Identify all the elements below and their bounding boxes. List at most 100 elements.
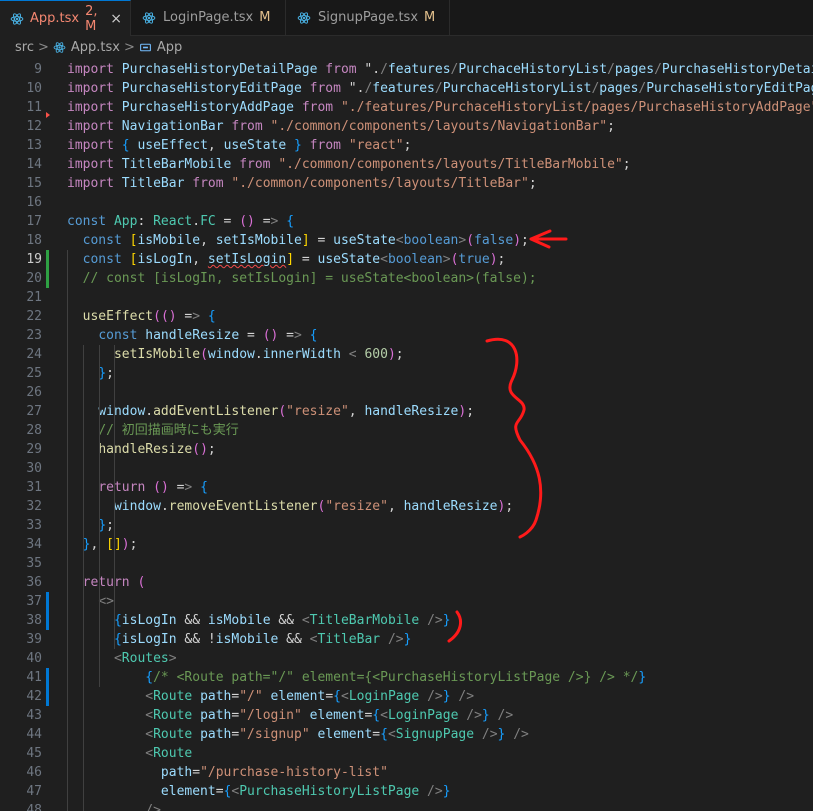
code-line[interactable]: 39 {isLogIn && !isMobile && <TitleBar />… (0, 630, 813, 649)
code-line[interactable]: 27 window.addEventListener("resize", han… (0, 402, 813, 421)
line-code: import PurchaseHistoryAddPage from "./fe… (67, 100, 813, 115)
code-line[interactable]: 18 const [isMobile, setIsMobile] = useSt… (0, 231, 813, 250)
code-editor[interactable]: 9 import PurchaseHistoryDetailPage from "… (0, 58, 813, 811)
react-icon (141, 10, 157, 26)
modified-line-marker[interactable] (46, 668, 49, 706)
code-line[interactable]: 17 const App: React.FC = () => { (0, 212, 813, 231)
line-number: 13 (26, 138, 42, 153)
line-number: 46 (26, 765, 42, 780)
line-number: 26 (26, 385, 42, 400)
tab-signuppage-tsx[interactable]: SignupPage.tsx M (286, 0, 450, 35)
line-code: import TitleBar from "./common/component… (67, 176, 537, 191)
indent-guide (67, 250, 68, 811)
tab-app-tsx[interactable]: App.tsx 2, M × (0, 0, 131, 36)
line-number: 39 (26, 632, 42, 647)
tab-loginpage-tsx[interactable]: LoginPage.tsx M (131, 0, 286, 35)
code-line[interactable]: 34 }, []); (0, 535, 813, 554)
code-line[interactable]: 35 (0, 554, 813, 573)
code-line[interactable]: 29 handleResize(); (0, 440, 813, 459)
breadcrumb-file[interactable]: App.tsx (71, 40, 120, 55)
close-icon[interactable]: × (110, 11, 122, 27)
indent-guide (83, 345, 84, 811)
code-line[interactable]: 40 <Routes> (0, 649, 813, 668)
react-icon (10, 11, 24, 27)
code-line[interactable]: 9 import PurchaseHistoryDetailPage from "… (0, 60, 813, 79)
line-number: 9 (34, 62, 42, 77)
line-number: 30 (26, 461, 42, 476)
line-code: import TitleBarMobile from "./common/com… (67, 157, 631, 172)
problem-badge: 2, M (85, 3, 98, 34)
code-line[interactable]: 42 <Route path="/" element={<LoginPage /… (0, 687, 813, 706)
line-number: 37 (26, 594, 42, 609)
breadcrumb: src > App.tsx > App (0, 36, 813, 58)
code-line[interactable]: 31 return () => { (0, 478, 813, 497)
line-code: element={<PurchaseHistoryListPage />} (160, 784, 451, 799)
line-code: }, []); (82, 537, 138, 552)
added-line-marker[interactable] (46, 250, 49, 288)
line-number: 47 (26, 784, 42, 799)
line-number: 11 (26, 100, 42, 115)
line-code: const App: React.FC = () => { (67, 214, 295, 229)
line-number: 17 (26, 214, 42, 229)
tab-label: SignupPage.tsx (318, 10, 419, 25)
code-line[interactable]: 14 import TitleBarMobile from "./common/c… (0, 155, 813, 174)
modified-line-marker[interactable] (46, 592, 49, 630)
line-number: 45 (26, 746, 42, 761)
code-line[interactable]: 22 useEffect(() => { (0, 307, 813, 326)
code-line[interactable]: 33 }; (0, 516, 813, 535)
line-code: {isLogIn && isMobile && <TitleBarMobile … (113, 613, 451, 628)
line-code: // 初回描画時にも実行 (98, 423, 239, 438)
line-number: 22 (26, 309, 42, 324)
code-line[interactable]: 36 return ( (0, 573, 813, 592)
code-line[interactable]: 44 <Route path="/signup" element={<Signu… (0, 725, 813, 744)
code-line[interactable]: 47 element={<PurchaseHistoryListPage />} (0, 782, 813, 801)
code-line[interactable]: 23 const handleResize = () => { (0, 326, 813, 345)
line-code: path="/purchase-history-list" (160, 765, 388, 780)
code-line[interactable]: 41 {/* <Route path="/" element={<Purchas… (0, 668, 813, 687)
code-line[interactable]: 26 (0, 383, 813, 402)
line-number: 41 (26, 670, 42, 685)
line-number: 31 (26, 480, 42, 495)
code-line[interactable]: 30 (0, 459, 813, 478)
breadcrumb-folder[interactable]: src (15, 40, 34, 55)
code-line[interactable]: 46 path="/purchase-history-list" (0, 763, 813, 782)
symbol-variable-icon (139, 40, 153, 54)
code-line[interactable]: 16 (0, 193, 813, 212)
line-code: <> (98, 594, 114, 609)
code-line[interactable]: 48 /> (0, 801, 813, 811)
code-line[interactable]: 37 <> (0, 592, 813, 611)
line-number: 24 (26, 347, 42, 362)
line-number: 42 (26, 689, 42, 704)
code-line[interactable]: 43 <Route path="/login" element={<LoginP… (0, 706, 813, 725)
line-code: const [isMobile, setIsMobile] = useState… (82, 233, 529, 248)
line-code: const [isLogIn, setIsLogin] = useState<b… (82, 252, 506, 267)
code-line[interactable]: 19 const [isLogIn, setIsLogin] = useStat… (0, 250, 813, 269)
line-code: <Route path="/" element={<LoginPage />} … (145, 689, 475, 704)
code-line[interactable]: 28 // 初回描画時にも実行 (0, 421, 813, 440)
code-line[interactable]: 11 import PurchaseHistoryAddPage from "./… (0, 98, 813, 117)
line-number: 35 (26, 556, 42, 571)
line-number: 44 (26, 727, 42, 742)
line-number: 33 (26, 518, 42, 533)
code-line[interactable]: 15 import TitleBar from "./common/compone… (0, 174, 813, 193)
code-line[interactable]: 25 }; (0, 364, 813, 383)
deleted-line-marker[interactable] (46, 112, 50, 118)
code-line[interactable]: 32 window.removeEventListener("resize", … (0, 497, 813, 516)
line-number: 36 (26, 575, 42, 590)
line-number: 12 (26, 119, 42, 134)
line-code: /> (145, 803, 161, 811)
line-code: }; (98, 366, 114, 381)
breadcrumb-symbol[interactable]: App (157, 40, 182, 55)
line-code: handleResize(); (98, 442, 216, 457)
tab-label: LoginPage.tsx (163, 10, 254, 25)
code-line[interactable]: 38 {isLogIn && isMobile && <TitleBarMobi… (0, 611, 813, 630)
code-line[interactable]: 20 // const [isLogIn, setIsLogin] = useS… (0, 269, 813, 288)
line-number: 28 (26, 423, 42, 438)
code-line[interactable]: 21 (0, 288, 813, 307)
line-number: 10 (26, 81, 42, 96)
code-line[interactable]: 12 import NavigationBar from "./common/co… (0, 117, 813, 136)
code-line[interactable]: 10 import PurchaseHistoryEditPage from ".… (0, 79, 813, 98)
code-line[interactable]: 24 setIsMobile(window.innerWidth < 600); (0, 345, 813, 364)
code-line[interactable]: 13 import { useEffect, useState } from "r… (0, 136, 813, 155)
code-line[interactable]: 45 <Route (0, 744, 813, 763)
